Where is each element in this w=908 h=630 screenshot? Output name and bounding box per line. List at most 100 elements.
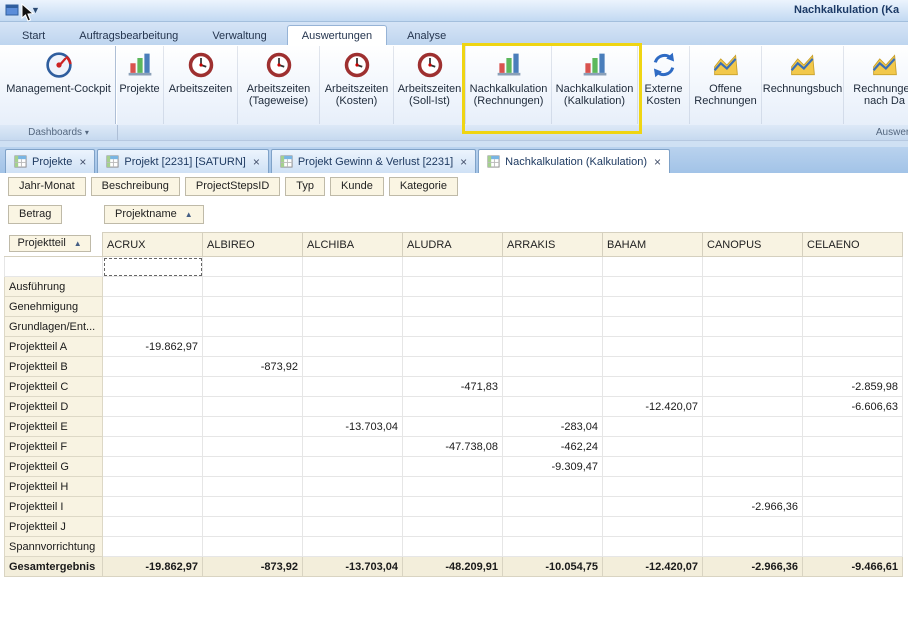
pivot-cell[interactable] — [403, 417, 503, 437]
pivot-cell[interactable]: -283,04 — [503, 417, 603, 437]
ribbon-button-rechnungsbuch[interactable]: Rechnungsbuch — [762, 46, 844, 124]
pivot-cell[interactable]: -2.859,98 — [803, 377, 903, 397]
ribbon-tab-auswertungen[interactable]: Auswertungen — [287, 25, 387, 45]
pivot-cell[interactable] — [603, 517, 703, 537]
pivot-cell[interactable] — [403, 517, 503, 537]
pivot-cell[interactable] — [103, 517, 203, 537]
pivot-cell[interactable] — [503, 497, 603, 517]
ribbon-button-projekte[interactable]: Projekte — [116, 46, 164, 124]
pivot-cell[interactable] — [503, 377, 603, 397]
ribbon-button-nachkalkulation-kalkulation[interactable]: Nachkalkulation (Kalkulation) — [552, 46, 638, 124]
pivot-cell[interactable] — [303, 337, 403, 357]
pivot-cell[interactable] — [303, 257, 403, 277]
pivot-cell[interactable]: -47.738,08 — [403, 437, 503, 457]
pivot-cell[interactable]: -2.966,36 — [703, 497, 803, 517]
pivot-cell[interactable] — [203, 297, 303, 317]
pivot-cell[interactable] — [203, 537, 303, 557]
row-header[interactable]: Projektteil G — [5, 457, 103, 477]
pivot-cell[interactable]: -13.703,04 — [303, 557, 403, 577]
row-header[interactable]: Projektteil A — [5, 337, 103, 357]
ribbon-button-arbeitszeiten-tageweise[interactable]: Arbeitszeiten (Tageweise) — [238, 46, 320, 124]
pivot-cell[interactable] — [503, 277, 603, 297]
pivot-cell[interactable] — [403, 477, 503, 497]
ribbon-button-arbeitszeiten[interactable]: Arbeitszeiten — [164, 46, 238, 124]
column-header-alchiba[interactable]: ALCHIBA — [303, 233, 403, 257]
pivot-cell[interactable] — [503, 537, 603, 557]
filter-field-kategorie[interactable]: Kategorie — [389, 177, 458, 196]
pivot-cell[interactable] — [603, 477, 703, 497]
pivot-cell[interactable] — [803, 357, 903, 377]
column-header-arrakis[interactable]: ARRAKIS — [503, 233, 603, 257]
pivot-cell[interactable] — [703, 457, 803, 477]
pivot-cell[interactable] — [103, 317, 203, 337]
pivot-cell[interactable] — [403, 357, 503, 377]
pivot-cell[interactable] — [303, 517, 403, 537]
column-header-canopus[interactable]: CANOPUS — [703, 233, 803, 257]
pivot-cell[interactable] — [403, 277, 503, 297]
pivot-cell[interactable] — [503, 517, 603, 537]
pivot-cell[interactable] — [203, 517, 303, 537]
row-header[interactable]: Projektteil D — [5, 397, 103, 417]
filter-field-projectstepsid[interactable]: ProjectStepsID — [185, 177, 280, 196]
pivot-cell[interactable] — [103, 397, 203, 417]
pivot-cell[interactable]: -10.054,75 — [503, 557, 603, 577]
pivot-cell[interactable] — [303, 477, 403, 497]
filter-field-kunde[interactable]: Kunde — [330, 177, 384, 196]
doc-tab-projekt-gewinn-verlust-2231[interactable]: Projekt Gewinn & Verlust [2231]× — [271, 149, 476, 173]
pivot-cell[interactable] — [203, 377, 303, 397]
pivot-cell[interactable]: -9.466,61 — [803, 557, 903, 577]
pivot-cell[interactable] — [403, 537, 503, 557]
pivot-cell[interactable] — [603, 437, 703, 457]
ribbon-tab-auftragsbearbeitung[interactable]: Auftragsbearbeitung — [65, 26, 192, 45]
close-icon[interactable]: × — [253, 157, 260, 167]
pivot-cell[interactable] — [403, 497, 503, 517]
pivot-cell[interactable] — [503, 257, 603, 277]
pivot-cell[interactable] — [103, 297, 203, 317]
pivot-cell[interactable] — [603, 497, 703, 517]
pivot-cell[interactable] — [103, 457, 203, 477]
pivot-cell[interactable] — [703, 397, 803, 417]
pivot-cell[interactable] — [103, 417, 203, 437]
row-field-button[interactable]: Projektteil▲ — [9, 235, 91, 252]
pivot-cell[interactable] — [303, 457, 403, 477]
ribbon-button-nachkalkulation-rechnungen[interactable]: Nachkalkulation (Rechnungen) — [466, 46, 552, 124]
pivot-cell[interactable] — [803, 337, 903, 357]
pivot-cell[interactable]: -19.862,97 — [103, 557, 203, 577]
row-header[interactable]: Ausführung — [5, 277, 103, 297]
row-header[interactable]: Projektteil J — [5, 517, 103, 537]
pivot-cell[interactable] — [803, 417, 903, 437]
pivot-cell[interactable] — [603, 257, 703, 277]
close-icon[interactable]: × — [654, 157, 661, 167]
pivot-cell[interactable] — [203, 277, 303, 297]
pivot-cell[interactable] — [603, 297, 703, 317]
pivot-cell[interactable] — [203, 457, 303, 477]
row-header[interactable]: Projektteil I — [5, 497, 103, 517]
pivot-cell[interactable]: -873,92 — [203, 357, 303, 377]
close-icon[interactable]: × — [79, 157, 86, 167]
pivot-cell[interactable] — [203, 397, 303, 417]
pivot-cell[interactable] — [603, 537, 703, 557]
close-icon[interactable]: × — [460, 157, 467, 167]
pivot-cell[interactable] — [603, 357, 703, 377]
pivot-cell[interactable]: -12.420,07 — [603, 557, 703, 577]
pivot-cell[interactable] — [703, 517, 803, 537]
pivot-cell[interactable] — [703, 257, 803, 277]
row-header[interactable] — [5, 257, 103, 277]
column-header-acrux[interactable]: ACRUX — [103, 233, 203, 257]
pivot-cell[interactable] — [703, 437, 803, 457]
pivot-cell[interactable] — [403, 257, 503, 277]
pivot-cell[interactable] — [603, 317, 703, 337]
pivot-cell[interactable] — [203, 257, 303, 277]
pivot-cell[interactable] — [103, 437, 203, 457]
row-header[interactable]: Projektteil F — [5, 437, 103, 457]
pivot-cell[interactable] — [703, 297, 803, 317]
pivot-cell[interactable] — [203, 337, 303, 357]
ribbon-button-management-cockpit[interactable]: Management-Cockpit — [2, 46, 116, 124]
pivot-cell[interactable] — [203, 497, 303, 517]
filter-field-typ[interactable]: Typ — [285, 177, 325, 196]
pivot-cell[interactable] — [403, 297, 503, 317]
pivot-cell[interactable]: -12.420,07 — [603, 397, 703, 417]
row-header[interactable]: Projektteil C — [5, 377, 103, 397]
pivot-cell[interactable]: -873,92 — [203, 557, 303, 577]
pivot-cell[interactable]: -48.209,91 — [403, 557, 503, 577]
